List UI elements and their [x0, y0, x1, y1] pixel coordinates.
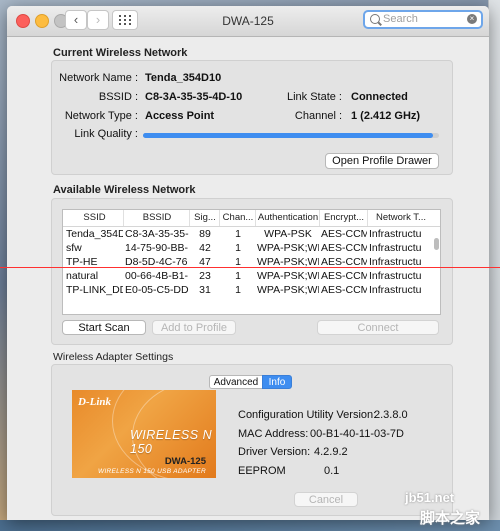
bssid-value: C8-3A-35-35-4D-10 [145, 91, 243, 103]
current-network-group: Network Name : Tenda_354D10 BSSID : C8-3… [51, 60, 453, 175]
connect-button[interactable]: Connect [317, 320, 439, 335]
table-cell: C8-3A-35-35- [125, 228, 189, 240]
column-divider[interactable] [367, 210, 368, 226]
column-header[interactable]: Sig... [191, 212, 219, 223]
driver-version-value: 4.2.9.2 [314, 446, 348, 458]
table-cell: AES-CCM [321, 242, 367, 254]
eeprom-label: EEPROM [238, 465, 286, 477]
table-row[interactable]: natural 00-66-4B-B1- 23 1 WPA-PSK;WF AES-CCM I… [63, 269, 440, 283]
table-cell: WPA-PSK;WF [257, 284, 319, 296]
link-state-value: Connected [351, 91, 408, 103]
product-name: WIRELESS N 150 [130, 428, 213, 456]
watermark-url: jb51.net [405, 490, 455, 505]
network-type-value: Access Point [145, 110, 215, 122]
table-cell: 14-75-90-BB- [125, 242, 189, 254]
open-profile-drawer-button[interactable]: Open Profile Drawer [325, 153, 439, 169]
current-network-title: Current Wireless Network [53, 47, 188, 59]
table-cell: 31 [199, 284, 211, 296]
title-bar: ‹ › DWA-125 Search × [7, 6, 489, 37]
column-header[interactable]: Chan... [221, 212, 255, 223]
config-version-value: 2.3.8.0 [374, 409, 408, 421]
product-tagline: WIRELESS N 150 USB ADAPTER [98, 468, 206, 475]
mac-address-label: MAC Address: [238, 428, 309, 440]
table-cell: Infrastructu [369, 284, 422, 296]
table-cell: AES-CCM [321, 228, 367, 240]
table-cell: 1 [235, 228, 241, 240]
link-quality-fill [143, 133, 434, 138]
product-model: DWA-125 [164, 456, 206, 467]
table-row[interactable]: Tenda_354D C8-3A-35-35- 89 1 WPA-PSK AES-CCM I… [63, 227, 440, 241]
column-divider[interactable] [189, 210, 190, 226]
column-divider[interactable] [219, 210, 220, 226]
cancel-button[interactable]: Cancel [294, 492, 358, 507]
table-header: SSID BSSID Sig... Chan... Authentication Encr… [63, 210, 440, 227]
link-state-label: Link State : [286, 91, 342, 103]
link-quality-label: Link Quality : [74, 128, 138, 140]
network-name-value: Tenda_354D10 [145, 72, 222, 84]
link-quality-bar [143, 133, 439, 138]
table-cell: 42 [199, 242, 211, 254]
column-header[interactable]: Encrypt... [321, 212, 367, 223]
table-cell: Tenda_354D [66, 228, 123, 240]
adapter-tabs: Advanced Info [209, 375, 292, 389]
table-cell: WPA-PSK [264, 228, 312, 240]
product-image: D-Link WIRELESS N 150 DWA-125 WIRELESS N… [72, 390, 216, 478]
column-divider[interactable] [319, 210, 320, 226]
mac-address-value: 00-B1-40-11-03-7D [310, 428, 404, 440]
table-cell: 23 [199, 270, 211, 282]
column-header[interactable]: SSID [66, 212, 123, 223]
table-cell: Infrastructu [369, 228, 422, 240]
table-cell: E0-05-C5-DD [125, 284, 189, 296]
app-window: ‹ › DWA-125 Search × Current Wireless Ne… [7, 6, 489, 520]
table-cell: Infrastructu [369, 270, 422, 282]
channel-label: Channel : [294, 110, 342, 122]
network-table[interactable]: SSID BSSID Sig... Chan... Authentication Encr… [62, 209, 441, 315]
table-cell: 1 [235, 284, 241, 296]
table-cell: 00-66-4B-B1- [125, 270, 189, 282]
column-header[interactable]: BSSID [125, 212, 189, 223]
tab-advanced[interactable]: Advanced [209, 375, 263, 389]
config-version-label: Configuration Utility Version: [238, 409, 377, 421]
table-cell: sfw [66, 242, 82, 254]
driver-version-label: Driver Version: [238, 446, 311, 458]
tab-info[interactable]: Info [262, 375, 292, 389]
table-cell: 89 [199, 228, 211, 240]
search-icon [370, 14, 380, 24]
table-cell: AES-CCM [321, 284, 367, 296]
table-cell: Infrastructu [369, 242, 422, 254]
available-networks-title: Available Wireless Network [53, 184, 196, 196]
column-divider[interactable] [255, 210, 256, 226]
search-input[interactable]: Search × [363, 10, 483, 29]
available-networks-group: SSID BSSID Sig... Chan... Authentication Encr… [51, 198, 453, 345]
eeprom-value: 0.1 [324, 465, 340, 477]
column-divider[interactable] [123, 210, 124, 226]
table-row[interactable]: TP-LINK_DD E0-05-C5-DD 31 1 WPA-PSK;WF AES-CC… [63, 283, 440, 297]
table-cell: AES-CCM [321, 270, 367, 282]
network-type-label: Network Type : [64, 110, 138, 122]
bssid-label: BSSID : [98, 91, 138, 103]
table-cell: TP-LINK_DD [66, 284, 123, 296]
search-placeholder: Search [383, 13, 418, 25]
table-cell: 1 [235, 270, 241, 282]
column-header[interactable]: Authentication [257, 212, 319, 223]
scrollbar-thumb[interactable] [434, 238, 439, 250]
adapter-settings-title: Wireless Adapter Settings [53, 351, 174, 363]
background-window [488, 0, 500, 531]
start-scan-button[interactable]: Start Scan [62, 320, 146, 335]
table-cell: natural [66, 270, 99, 282]
dlink-logo: D-Link [78, 396, 111, 408]
table-cell: WPA-PSK;WF [257, 242, 319, 254]
table-cell: 1 [235, 242, 241, 254]
table-cell: WPA-PSK;WF [257, 270, 319, 282]
channel-value: 1 (2.412 GHz) [351, 110, 421, 122]
watermark-text: 脚本之家 [420, 510, 481, 527]
table-row[interactable]: sfw 14-75-90-BB- 42 1 WPA-PSK;WF AES-CCM Infra… [63, 241, 440, 255]
column-header[interactable]: Network T... [369, 212, 433, 223]
clear-search-icon[interactable]: × [467, 14, 477, 24]
adapter-settings-group: Advanced Info D-Link WIRELESS N 150 DWA-… [51, 364, 453, 516]
annotation-line [0, 267, 500, 268]
add-to-profile-button[interactable]: Add to Profile [152, 320, 236, 335]
network-name-label: Network Name : [59, 72, 138, 84]
table-scrollbar[interactable] [432, 226, 439, 314]
